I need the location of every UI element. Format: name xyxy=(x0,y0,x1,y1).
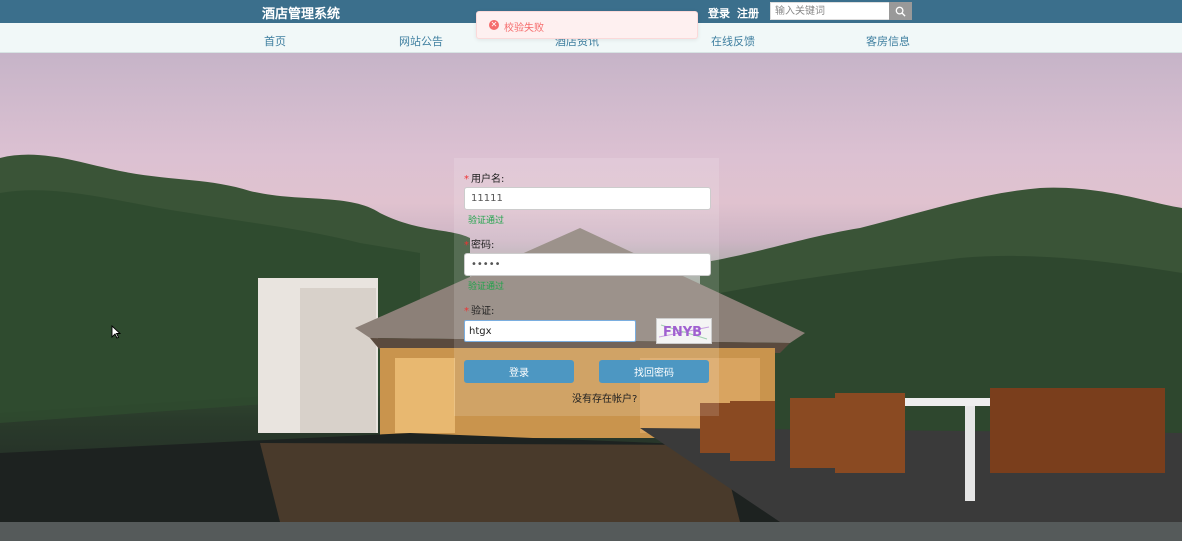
login-link[interactable]: 登录 xyxy=(708,5,730,21)
nav-item-rooms[interactable]: 客房信息 xyxy=(866,33,910,49)
error-circle-icon: ✕ xyxy=(489,20,499,30)
nav-item-home[interactable]: 首页 xyxy=(264,33,286,49)
search-icon xyxy=(895,6,906,17)
password-input[interactable] xyxy=(464,253,711,276)
required-marker: * xyxy=(464,240,469,251)
username-label: * 用户名: xyxy=(464,170,504,185)
search-button[interactable] xyxy=(889,2,912,20)
site-brand: 酒店管理系统 xyxy=(262,7,341,22)
mouse-cursor-icon xyxy=(111,325,121,339)
no-account-register-link[interactable]: 没有存在帐户? xyxy=(572,390,637,405)
captcha-graphic: FNYB xyxy=(658,324,710,340)
error-toast: ✕ 校验失败 xyxy=(476,11,698,39)
login-panel: *用户名: 验证通过 *密码: 验证通过 *验证: FNYB 登录 找回密码 没… xyxy=(454,158,719,416)
captcha-input[interactable] xyxy=(464,320,636,342)
nav-item-announcements[interactable]: 网站公告 xyxy=(399,33,443,49)
forgot-password-button[interactable]: 找回密码 xyxy=(599,360,709,383)
password-label-text: 密码: xyxy=(471,240,495,251)
nav-item-feedback[interactable]: 在线反馈 xyxy=(711,33,755,49)
username-validation-message: 验证通过 xyxy=(468,216,505,226)
captcha-label: * 验证: xyxy=(464,302,494,317)
username-label-text: 用户名: xyxy=(471,174,505,185)
password-label: * 密码: xyxy=(464,236,494,251)
captcha-text: FNYB xyxy=(663,325,702,340)
required-marker: * xyxy=(464,306,469,317)
search-input[interactable] xyxy=(770,2,892,20)
search-box xyxy=(770,2,912,20)
required-marker: * xyxy=(464,174,469,185)
captcha-label-text: 验证: xyxy=(471,306,495,317)
password-validation-message: 验证通过 xyxy=(468,282,505,292)
register-link[interactable]: 注册 xyxy=(737,5,759,21)
captcha-image[interactable]: FNYB xyxy=(656,318,712,344)
username-input[interactable] xyxy=(464,187,711,210)
login-button[interactable]: 登录 xyxy=(464,360,574,383)
footer-band xyxy=(0,522,1182,541)
toast-message: 校验失败 xyxy=(504,23,544,34)
